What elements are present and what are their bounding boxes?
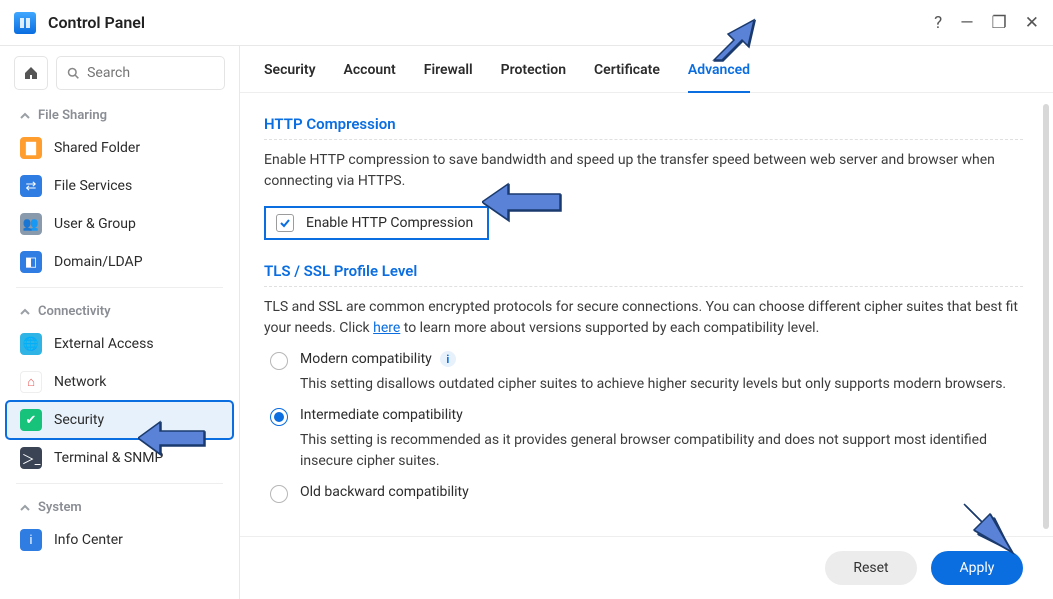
sidebar-item-user-group[interactable]: 👥 User & Group (6, 205, 233, 243)
app-icon (14, 12, 36, 34)
radio-label: Modern compatibility (300, 351, 432, 367)
search-field[interactable] (87, 65, 214, 81)
group-file-sharing[interactable]: File Sharing (6, 98, 233, 129)
shield-icon: ✔ (20, 409, 42, 431)
sidebar-item-network[interactable]: ⌂ Network (6, 363, 233, 401)
enable-http-compression-checkbox[interactable]: Enable HTTP Compression (264, 206, 489, 240)
search-input[interactable] (56, 56, 225, 90)
chevron-up-icon (20, 111, 30, 121)
tab-certificate[interactable]: Certificate (594, 62, 660, 92)
radio-intermediate-compatibility[interactable]: Intermediate compatibility (270, 407, 1023, 426)
tab-firewall[interactable]: Firewall (424, 62, 473, 92)
sidebar-item-domain-ldap[interactable]: ◧ Domain/LDAP (6, 243, 233, 281)
network-icon: ⌂ (20, 371, 42, 393)
group-system[interactable]: System (6, 490, 233, 521)
sidebar-item-label: External Access (54, 336, 154, 352)
sidebar-item-label: User & Group (54, 216, 136, 232)
minimize-icon[interactable]: — (960, 13, 973, 33)
file-services-icon: ⇄ (20, 175, 42, 197)
sidebar-item-label: File Services (54, 178, 132, 194)
http-compression-desc: Enable HTTP compression to save bandwidt… (264, 150, 1023, 192)
domain-icon: ◧ (20, 251, 42, 273)
tls-here-link[interactable]: here (373, 320, 400, 336)
checkbox-icon (276, 214, 294, 232)
sidebar-item-external-access[interactable]: 🌐 External Access (6, 325, 233, 363)
radio-label: Old backward compatibility (300, 484, 469, 500)
radio-icon (270, 485, 288, 503)
sidebar-item-label: Shared Folder (54, 140, 140, 156)
sidebar-item-security[interactable]: ✔ Security (6, 401, 233, 439)
scrollbar[interactable] (1043, 104, 1049, 529)
group-label: Connectivity (38, 304, 111, 319)
content-area: HTTP Compression Enable HTTP compression… (240, 93, 1053, 536)
sidebar-item-label: Info Center (54, 532, 123, 548)
maximize-icon[interactable]: ❐ (992, 13, 1007, 33)
modern-desc: This setting disallows outdated cipher s… (300, 374, 1023, 395)
sidebar: File Sharing ▇ Shared Folder ⇄ File Servic… (0, 46, 240, 599)
radio-label: Intermediate compatibility (300, 407, 463, 423)
radio-old-compatibility[interactable]: Old backward compatibility (270, 484, 1023, 503)
globe-icon: 🌐 (20, 333, 42, 355)
search-icon (67, 66, 79, 80)
chevron-up-icon (20, 503, 30, 513)
info-badge-icon[interactable]: i (440, 351, 456, 367)
sidebar-item-label: Terminal & SNMP (54, 450, 163, 466)
tls-desc-post: to learn more about versions supported b… (400, 320, 819, 336)
apply-button[interactable]: Apply (931, 551, 1023, 585)
chevron-up-icon (20, 307, 30, 317)
tls-desc: TLS and SSL are common encrypted protoco… (264, 297, 1023, 339)
tab-bar: Security Account Firewall Protection Cer… (240, 46, 1053, 93)
window-controls: ? — ❐ ✕ (934, 13, 1039, 33)
radio-modern-compatibility[interactable]: Modern compatibility i (270, 351, 1023, 370)
close-icon[interactable]: ✕ (1025, 13, 1039, 33)
sidebar-item-label: Security (54, 412, 104, 428)
section-tls-ssl: TLS / SSL Profile Level (264, 262, 1023, 287)
reset-button[interactable]: Reset (825, 551, 917, 585)
tab-advanced[interactable]: Advanced (688, 62, 750, 92)
folder-icon: ▇ (20, 137, 42, 159)
sidebar-item-file-services[interactable]: ⇄ File Services (6, 167, 233, 205)
info-icon: i (20, 529, 42, 551)
intermediate-desc: This setting is recommended as it provid… (300, 430, 1023, 472)
home-icon (23, 65, 39, 81)
help-icon[interactable]: ? (934, 13, 942, 33)
sidebar-item-shared-folder[interactable]: ▇ Shared Folder (6, 129, 233, 167)
group-label: System (38, 500, 82, 515)
footer: Reset Apply (240, 536, 1053, 599)
titlebar: Control Panel ? — ❐ ✕ (0, 0, 1053, 46)
home-button[interactable] (14, 56, 48, 90)
main-panel: Security Account Firewall Protection Cer… (240, 46, 1053, 599)
sidebar-item-terminal-snmp[interactable]: ＞_ Terminal & SNMP (6, 439, 233, 477)
tab-security[interactable]: Security (264, 62, 316, 92)
sidebar-item-info-center[interactable]: i Info Center (6, 521, 233, 559)
user-group-icon: 👥 (20, 213, 42, 235)
radio-icon (270, 408, 288, 426)
section-http-compression: HTTP Compression (264, 115, 1023, 140)
group-connectivity[interactable]: Connectivity (6, 294, 233, 325)
checkbox-label: Enable HTTP Compression (306, 215, 473, 231)
sidebar-item-label: Domain/LDAP (54, 254, 143, 270)
tab-account[interactable]: Account (344, 62, 396, 92)
group-label: File Sharing (38, 108, 107, 123)
window-title: Control Panel (48, 13, 145, 32)
radio-icon (270, 352, 288, 370)
tab-protection[interactable]: Protection (501, 62, 566, 92)
sidebar-item-label: Network (54, 374, 106, 390)
terminal-icon: ＞_ (20, 447, 42, 469)
